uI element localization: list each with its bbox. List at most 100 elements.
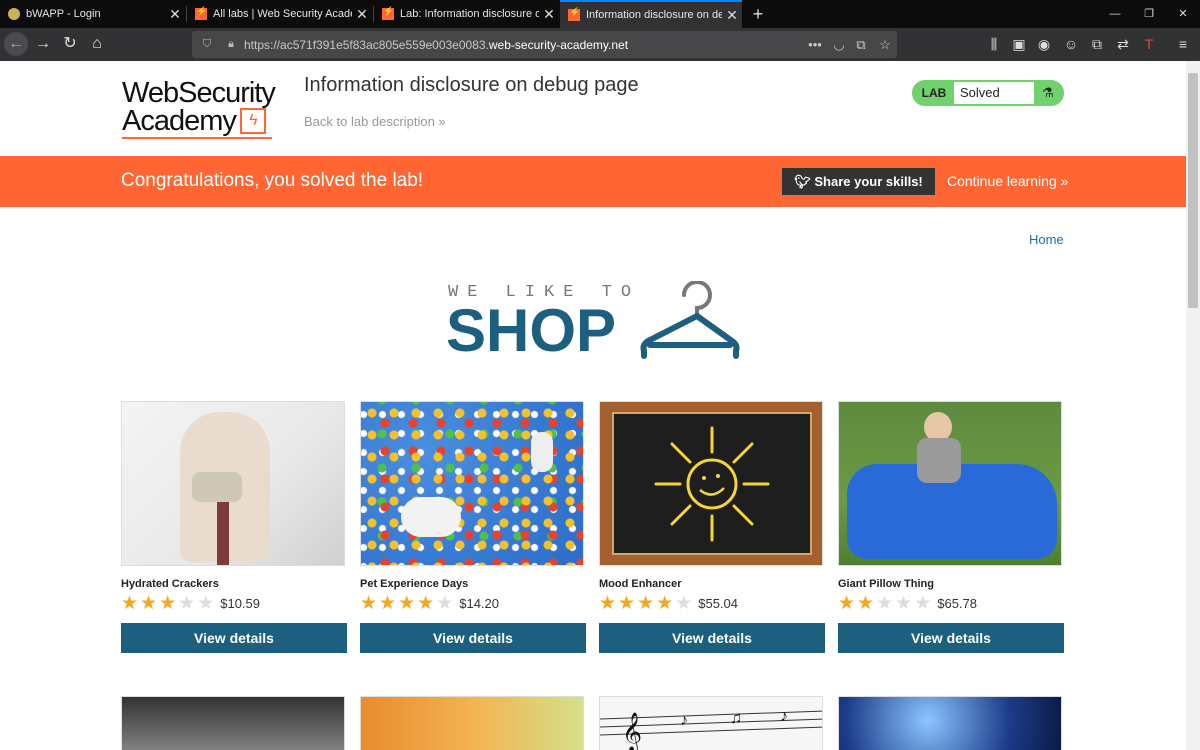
back-link-label: Back to lab description	[304, 114, 435, 129]
tab-title: Lab: Information disclosure on debug pag…	[400, 8, 539, 20]
tab-bwapp[interactable]: bWAPP - Login ✕	[0, 0, 185, 28]
music-notes-drawing: 𝄞 ♪ ♫ ♪	[600, 708, 822, 750]
star-icon: ★	[656, 592, 674, 614]
extension-translate-icon[interactable]: ⧉	[1087, 34, 1107, 54]
view-details-button[interactable]: View details	[838, 623, 1064, 653]
star-icon: ★	[197, 592, 215, 614]
minimize-button[interactable]: —	[1098, 0, 1132, 28]
product-card: Pet Experience Days ★ ★ ★ ★ ★ $14.20 View de…	[360, 401, 586, 653]
star-icon: ★	[360, 592, 378, 614]
restore-button[interactable]: ❐	[1132, 0, 1166, 28]
star-icon: ★	[379, 592, 397, 614]
twitter-icon: 🐦︎	[794, 174, 811, 189]
back-button[interactable]: ←	[4, 32, 28, 56]
double-chevron-right-icon: »	[1060, 173, 1069, 189]
star-icon: ★	[838, 592, 856, 614]
lab-status-badge: LAB Solved ⚗	[912, 80, 1064, 106]
product-image[interactable]	[838, 401, 1062, 566]
svg-text:♪: ♪	[780, 708, 788, 725]
bwapp-favicon-icon	[8, 8, 20, 20]
tab-all-labs[interactable]: All labs | Web Security Academy ✕	[187, 0, 372, 28]
star-icon: ★	[599, 592, 617, 614]
view-details-button[interactable]: View details	[121, 623, 347, 653]
view-details-button[interactable]: View details	[599, 623, 825, 653]
lightning-icon: ϟ	[239, 108, 266, 134]
share-button-label: Share your skills!	[814, 174, 923, 189]
sidebar-icon[interactable]: ▣	[1009, 34, 1029, 54]
close-icon[interactable]: ✕	[722, 7, 742, 24]
pocket-icon[interactable]: ◡	[828, 31, 850, 58]
product-image[interactable]	[121, 696, 345, 750]
home-link[interactable]: Home	[1029, 232, 1064, 247]
extension-local-icon[interactable]: ☺	[1061, 34, 1081, 54]
share-skills-button[interactable]: 🐦︎ Share your skills!	[782, 168, 935, 195]
academy-logo[interactable]: WebSecurity Academy ϟ	[122, 77, 292, 139]
shield-icon[interactable]: ⛉	[198, 38, 216, 51]
product-card: Hydrated Crackers ★ ★ ★ ★ ★ $10.59 View deta…	[121, 401, 347, 653]
star-icon: ★	[857, 592, 875, 614]
double-chevron-right-icon: »	[438, 114, 446, 129]
tab-title: Information disclosure on debug page	[586, 9, 722, 21]
product-price: $65.78	[937, 595, 977, 611]
product-image[interactable]	[360, 401, 584, 566]
flask-icon: ⚗	[1042, 85, 1054, 100]
star-icon: ★	[637, 592, 655, 614]
page-actions-icon[interactable]: •••	[804, 31, 826, 58]
page-scrollbar[interactable]	[1186, 61, 1200, 750]
account-icon[interactable]: ◉	[1034, 34, 1054, 54]
star-icon: ★	[121, 592, 139, 614]
solved-banner: Congratulations, you solved the lab! 🐦︎ …	[0, 156, 1186, 207]
shop-word: SHOP	[446, 297, 617, 364]
product-image[interactable]	[121, 401, 345, 566]
product-rating: ★ ★ ★ ★ ★ $10.59	[121, 592, 347, 614]
product-name: Pet Experience Days	[360, 578, 469, 590]
tab-active-lab[interactable]: Information disclosure on debug page ✕	[560, 0, 742, 28]
portswigger-favicon-icon	[382, 6, 394, 20]
star-icon: ★	[398, 592, 416, 614]
tab-bar: bWAPP - Login ✕ All labs | Web Security …	[0, 0, 1200, 28]
back-to-description-link[interactable]: Back to lab description »	[304, 114, 446, 129]
continue-learning-link[interactable]: Continue learning »	[947, 173, 1068, 189]
tab-lab-description[interactable]: Lab: Information disclosure on debug pag…	[374, 0, 559, 28]
star-icon: ★	[618, 592, 636, 614]
view-details-button[interactable]: View details	[360, 623, 586, 653]
forward-button[interactable]: →	[31, 32, 55, 56]
window-close-button[interactable]: ✕	[1166, 0, 1200, 28]
product-price: $14.20	[459, 595, 499, 611]
star-icon: ★	[876, 592, 894, 614]
close-icon[interactable]: ✕	[539, 6, 559, 23]
close-icon[interactable]: ✕	[165, 6, 185, 23]
close-icon[interactable]: ✕	[352, 6, 372, 23]
bookmark-star-icon[interactable]: ☆	[874, 31, 896, 58]
product-image[interactable]	[599, 401, 823, 566]
extension-t-icon[interactable]: T	[1139, 34, 1159, 54]
shop-logo: WE LIKE TO SHOP	[446, 279, 746, 364]
library-icon[interactable]: ⫼	[984, 34, 1004, 54]
tab-title: bWAPP - Login	[26, 8, 101, 20]
scrollbar-thumb[interactable]	[1188, 73, 1198, 308]
new-tab-button[interactable]: +	[748, 0, 768, 28]
lock-icon[interactable]: 🔒︎	[222, 38, 240, 51]
congratulations-message: Congratulations, you solved the lab!	[121, 170, 424, 191]
menu-icon[interactable]: ≡	[1173, 34, 1193, 54]
star-icon: ★	[675, 592, 693, 614]
home-button[interactable]: ⌂	[85, 32, 109, 56]
sun-drawing	[654, 426, 770, 542]
product-rating: ★ ★ ★ ★ ★ $55.04	[599, 592, 825, 614]
product-image[interactable]: 𝄞 ♪ ♫ ♪	[599, 696, 823, 750]
product-rating: ★ ★ ★ ★ ★ $65.78	[838, 592, 1064, 614]
url-prefix: https://ac571f391e5f83ac805e559e003e0083…	[244, 37, 489, 52]
logo-line-1: WebSecurity	[122, 77, 276, 109]
extension-switch-icon[interactable]: ⇄	[1113, 34, 1133, 54]
product-image[interactable]	[838, 696, 1062, 750]
reload-button[interactable]: ↻	[58, 32, 82, 56]
product-card: Giant Pillow Thing ★ ★ ★ ★ ★ $65.78 View det…	[838, 401, 1064, 653]
star-icon: ★	[159, 592, 177, 614]
svg-text:𝄞: 𝄞	[622, 713, 642, 750]
translate-icon[interactable]: ⧉	[850, 31, 872, 58]
product-image[interactable]	[360, 696, 584, 750]
lab-badge-label: LAB	[921, 86, 947, 100]
address-bar[interactable]: ⛉ 🔒︎ https://ac571f391e5f83ac805e559e003…	[192, 31, 897, 58]
star-icon: ★	[436, 592, 454, 614]
svg-text:♫: ♫	[730, 710, 742, 727]
